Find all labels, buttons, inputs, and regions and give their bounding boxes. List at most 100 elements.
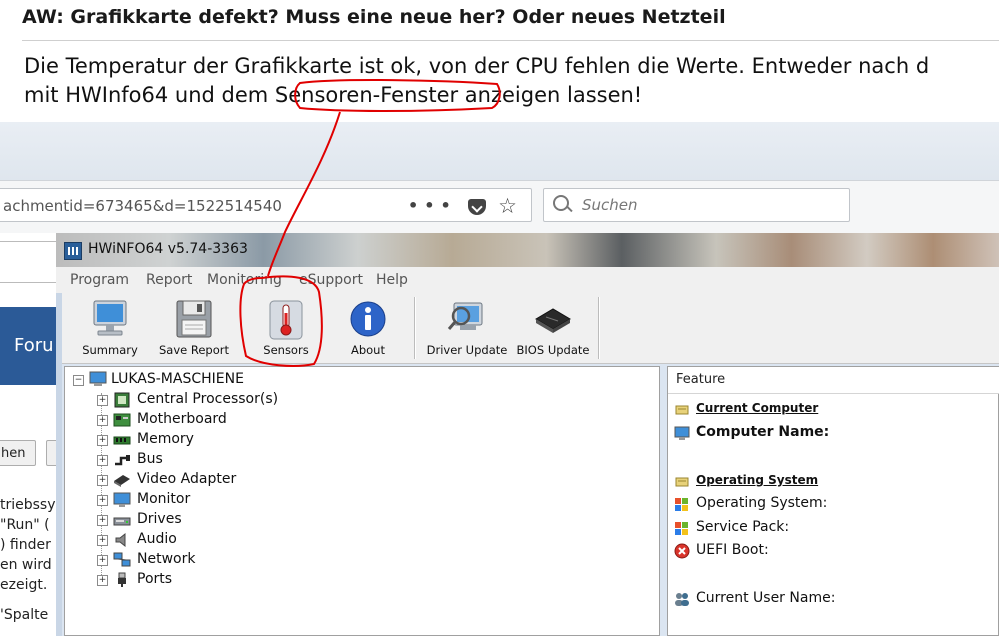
tree-root-label: LUKAS-MASCHIENE <box>111 371 244 387</box>
post-line-2-end: anzeigen lassen! <box>458 83 643 107</box>
background-line: triebssy <box>0 497 56 513</box>
feature-column-header[interactable]: Feature <box>668 367 999 394</box>
background-input <box>0 241 57 283</box>
background-text: triebssy "Run" ( ) finder en wird ezeigt… <box>0 495 56 595</box>
post-line-1: Die Temperatur der Grafikkarte ist ok, v… <box>24 54 930 78</box>
tree-item-label: Ports <box>137 571 173 587</box>
about-button[interactable]: About <box>338 295 398 361</box>
expand-icon[interactable]: + <box>97 395 108 406</box>
feature-panel: Feature Current Computer Computer Name: … <box>667 366 999 636</box>
menu-help[interactable]: Help <box>376 272 408 288</box>
url-bar[interactable]: achmentid=673465&d=1522514540 ••• ☆ <box>0 188 532 222</box>
post-line-2-start: mit HWInfo64 und dem <box>24 83 275 107</box>
bios-update-button[interactable]: BIOS Update <box>514 295 592 361</box>
section-icon <box>675 477 689 487</box>
cpu-icon <box>114 392 130 408</box>
expand-icon[interactable]: + <box>97 415 108 426</box>
expand-icon[interactable]: + <box>97 475 108 486</box>
expand-icon[interactable]: + <box>97 515 108 526</box>
search-icon <box>553 195 569 211</box>
pocket-icon[interactable] <box>468 199 487 215</box>
computer-name-label: Computer Name: <box>696 424 830 440</box>
tree-item-label: Bus <box>137 451 163 467</box>
tree-item-label: Drives <box>137 511 182 527</box>
driver-update-button[interactable]: Driver Update <box>424 295 510 361</box>
floppy-icon <box>176 300 212 338</box>
memory-icon <box>113 436 131 445</box>
background-button[interactable]: hen <box>0 440 36 466</box>
background-line: en wird <box>0 557 52 573</box>
network-icon <box>113 552 131 567</box>
window-title: HWiNFO64 v5.74-3363 <box>88 241 248 257</box>
feature-header-label: Feature <box>676 372 726 387</box>
tree-item-label: Motherboard <box>137 411 227 427</box>
tree-item-label: Central Processor(s) <box>137 391 279 407</box>
bus-icon <box>115 455 130 466</box>
tree-item-label: Network <box>137 551 196 567</box>
menu-esupport[interactable]: eSupport <box>299 272 363 288</box>
browser-navbar: achmentid=673465&d=1522514540 ••• ☆ Such… <box>0 180 999 234</box>
summary-button[interactable]: Summary <box>74 295 146 361</box>
highlighted-term: Sensoren-Fenster <box>274 83 459 107</box>
background-line: ) finder <box>0 537 51 553</box>
expand-icon[interactable]: + <box>97 555 108 566</box>
computer-icon <box>89 371 107 386</box>
usb-plug-icon <box>118 572 126 587</box>
monitor-icon <box>93 300 127 336</box>
expand-icon[interactable]: + <box>97 435 108 446</box>
menu-program[interactable]: Program <box>70 272 129 288</box>
toolbar-separator <box>598 297 599 359</box>
background-forum-banner: Foru <box>0 307 56 385</box>
summary-label: Summary <box>82 343 138 357</box>
url-actions: ••• ☆ <box>408 194 523 218</box>
operating-system-label: Operating System: <box>696 495 828 511</box>
about-label: About <box>350 343 385 357</box>
expand-icon[interactable]: + <box>97 455 108 466</box>
uefi-boot-label: UEFI Boot: <box>696 542 769 558</box>
background-button-label: hen <box>1 446 26 461</box>
chip-icon <box>535 308 571 333</box>
collapse-icon[interactable]: − <box>73 375 84 386</box>
expand-icon[interactable]: + <box>97 535 108 546</box>
toolbar: Summary Save Report Sensors About Driver… <box>62 293 999 364</box>
expand-icon[interactable]: + <box>97 495 108 506</box>
monitor-icon <box>113 492 131 507</box>
info-icon <box>350 301 386 337</box>
url-text: achmentid=673465&d=1522514540 <box>3 197 282 215</box>
device-tree: − LUKAS-MASCHIENE + Central Processor(s)… <box>64 366 660 636</box>
search-placeholder: Suchen <box>582 196 638 214</box>
tree-item-label: Audio <box>137 531 177 547</box>
windows-logo-icon <box>675 522 688 535</box>
speaker-icon <box>115 532 126 548</box>
bookmark-star-icon[interactable]: ☆ <box>498 194 523 218</box>
save-report-label: Save Report <box>158 343 229 357</box>
section-label: Current Computer <box>696 401 819 415</box>
menu-monitoring[interactable]: Monitoring <box>207 272 282 288</box>
save-report-button[interactable]: Save Report <box>156 295 232 361</box>
tree-item-label: Monitor <box>137 491 191 507</box>
hwinfo-window: HWiNFO64 v5.74-3363 Program Report Monit… <box>56 233 999 636</box>
windows-logo-icon <box>675 498 688 511</box>
background-forum-label: Foru <box>14 335 54 356</box>
divider <box>22 40 999 41</box>
window-titlebar[interactable]: HWiNFO64 v5.74-3363 <box>56 233 999 267</box>
background-line: ezeigt. <box>0 577 48 593</box>
post-body: Die Temperatur der Grafikkarte ist ok, v… <box>24 52 929 110</box>
expand-icon[interactable]: + <box>97 575 108 586</box>
background-line-last: 'Spalte <box>0 607 49 623</box>
search-bar[interactable]: Suchen <box>543 188 850 222</box>
menu-report[interactable]: Report <box>146 272 192 288</box>
sensors-label: Sensors <box>263 343 309 357</box>
users-icon <box>675 593 689 606</box>
toolbar-separator <box>414 297 415 359</box>
thermometer-icon <box>269 300 303 340</box>
error-icon <box>674 543 690 559</box>
sensors-button[interactable]: Sensors <box>246 295 326 361</box>
motherboard-icon <box>113 413 131 427</box>
post-title: AW: Grafikkarte defekt? Muss eine neue h… <box>22 6 726 28</box>
section-label: Operating System <box>696 473 819 487</box>
page-actions-icon[interactable]: ••• <box>408 196 457 215</box>
section-icon <box>675 405 689 415</box>
menu-bar: Program Report Monitoring eSupport Help <box>56 267 999 293</box>
drive-icon <box>113 517 131 526</box>
